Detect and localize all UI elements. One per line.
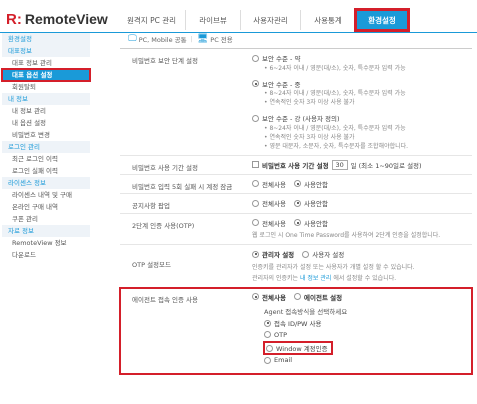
- logo-brand: RemoteView: [24, 11, 108, 27]
- row-label: 2단계 인증 사용(OTP): [132, 221, 195, 230]
- otp-mode-note-2: 관리자의 인증키는 내 정보 관리 에서 설정할 수 있습니다.: [252, 274, 397, 282]
- sidebar-item[interactable]: 다운로드: [2, 249, 90, 261]
- row-password-period: 비밀번호 사용 기간 설정 비밀번호 사용 기간 설정 30 일 (최소 1~9…: [120, 156, 472, 175]
- radio-agent-email[interactable]: Email: [264, 356, 292, 364]
- security-mid-note: • 연속적인 숫자 3자 이상 사용 불가: [264, 99, 355, 106]
- logo[interactable]: R: RemoteView: [6, 10, 108, 28]
- radio-fail-none[interactable]: 사용안함: [294, 179, 328, 189]
- radio-notice-none[interactable]: 사용안함: [294, 198, 328, 208]
- radio-agent-idpw[interactable]: 접속 ID/PW 사용: [264, 318, 322, 328]
- sidebar-item[interactable]: 대표 옵션 설정: [1, 68, 91, 82]
- row-label: OTP 설정모드: [132, 261, 171, 269]
- security-high-note: • 영문 대문자, 소문자, 숫자, 특수문자를 조합해야합니다.: [264, 142, 409, 150]
- radio-notice-all[interactable]: 전체사용: [252, 198, 286, 208]
- tab-0[interactable]: 원격지 PC 관리: [118, 10, 186, 30]
- row-otp-mode: OTP 설정모드 관리자 설정 사용자 설정 인증키를 관리자가 설정 또는 사…: [120, 245, 472, 288]
- row-label: 공지사항 팝업: [132, 202, 170, 210]
- radio-agent-all[interactable]: 전체사용: [252, 292, 286, 302]
- row-label: 비밀번호 입력 5회 실패 시 계정 잠금: [132, 182, 233, 191]
- tab-3[interactable]: 사용통계: [301, 10, 356, 30]
- radio-security-mid[interactable]: 보안 수준 - 중: [252, 79, 300, 89]
- tab-1[interactable]: 라이브뷰: [186, 10, 241, 30]
- row-label: 비밀번호 사용 기간 설정: [132, 163, 198, 172]
- sidebar-item[interactable]: 비밀번호 변경: [2, 129, 90, 141]
- sidebar-item[interactable]: 로그인 실패 이력: [2, 165, 90, 177]
- password-period-suffix: 일 (최소 1~90일로 설정): [350, 161, 422, 170]
- row-agent-auth: 에이전트 접속 인증 사용 전체사용 에이전트 설정 Agent 접속방식을 선…: [119, 286, 473, 375]
- sidebar-item[interactable]: 내 옵션 설정: [2, 117, 90, 129]
- sidebar-section-heading: 내 정보: [2, 93, 90, 105]
- radio-agent-otp[interactable]: OTP: [264, 331, 287, 339]
- otp-mode-note: 인증키를 관리자가 설정 또는 사용자가 개별 설정 할 수 있습니다.: [252, 263, 415, 271]
- security-high-note: • 연속적인 숫자 3자 이상 사용 불가: [264, 133, 355, 141]
- sidebar-item[interactable]: 라이센스 내역 및 구매: [2, 189, 90, 201]
- sidebar-section-heading: 자료 정보: [2, 225, 90, 237]
- sidebar-item[interactable]: 내 정보 관리: [2, 105, 90, 117]
- sidebar-item[interactable]: RemoteView 정보: [2, 237, 90, 249]
- radio-otp-user[interactable]: 사용자 설정: [302, 249, 344, 259]
- sidebar: 환경설정 대표정보 대표 정보 관리 대표 옵션 설정 회원탈퇴 내 정보 내 정보 관리 내…: [1, 33, 91, 261]
- sidebar-item[interactable]: 대표 정보 관리: [2, 57, 90, 69]
- settings-table: 비밀번호 보안 단계 설정 보안 수준 - 약 • 6~24자 이내 / 영문(…: [119, 48, 473, 375]
- sidebar-section-heading: 대표정보: [2, 45, 90, 57]
- row-two-factor: 2단계 인증 사용(OTP) 전체사용 사용안함 웹 로그인 시 One Tim…: [120, 214, 472, 245]
- security-low-note: • 6~24자 이내 / 영문(대/소), 숫자, 특수문자 입력 가능: [264, 64, 406, 72]
- top-navigation: 원격지 PC 관리 라이브뷰 사용자관리 사용통계 환경설정: [118, 8, 410, 32]
- password-period-days-input[interactable]: 30: [331, 159, 348, 170]
- monitor-mobile-icon: 🖵: [128, 34, 137, 44]
- otp-note: 웹 로그인 시 One Time Password를 사용하여 2단계 인증을 …: [252, 232, 441, 239]
- sidebar-section-heading: 라이센스 정보: [2, 177, 90, 189]
- row-password-fail-lock: 비밀번호 입력 5회 실패 시 계정 잠금 전체사용 사용안함: [120, 175, 472, 194]
- radio-otp-none[interactable]: 사용안함: [294, 218, 328, 228]
- logo-mark: R:: [6, 10, 22, 28]
- legend-pc: PC 전용: [210, 36, 233, 44]
- security-high-note: • 8~24자 이내 / 영문(대/소), 숫자, 특수문자 입력 가능: [264, 124, 406, 132]
- radio-fail-all[interactable]: 전체사용: [252, 179, 286, 189]
- sidebar-item[interactable]: 온라인 구매 내역: [2, 201, 90, 213]
- security-mid-note: • 8~24자 이내 / 영문(대/소), 숫자, 특수문자 입력 가능: [264, 90, 406, 97]
- radio-agent-windows[interactable]: Window 계정인증: [263, 341, 333, 355]
- tab-2[interactable]: 사용자관리: [241, 10, 301, 30]
- platform-legend: 🖵 PC, Mobile 공통 | 🖥 PC 전용: [128, 34, 233, 44]
- my-info-link[interactable]: 내 정보 관리: [300, 275, 331, 282]
- sidebar-item[interactable]: 회원탈퇴: [2, 81, 90, 93]
- radio-security-high[interactable]: 보안 수준 - 강 (사용자 정의): [252, 113, 340, 123]
- agent-sub-title: Agent 접속방식을 선택하세요: [264, 308, 348, 316]
- password-period-checkbox[interactable]: [252, 161, 259, 168]
- sidebar-section-heading: 환경설정: [2, 33, 90, 45]
- sidebar-item[interactable]: 최근 로그인 이력: [2, 153, 90, 165]
- password-period-check-label: 비밀번호 사용 기간 설정: [262, 161, 329, 170]
- sidebar-item[interactable]: 쿠폰 관리: [2, 213, 90, 225]
- radio-otp-admin[interactable]: 관리자 설정: [252, 249, 294, 259]
- row-label: 비밀번호 보안 단계 설정: [132, 57, 198, 65]
- monitor-icon: 🖥: [196, 34, 209, 44]
- radio-otp-all[interactable]: 전체사용: [252, 218, 286, 228]
- row-notice-popup: 공지사항 팝업 전체사용 사용안함: [120, 194, 472, 214]
- legend-mobile: PC, Mobile 공통: [138, 36, 187, 44]
- tab-4[interactable]: 환경설정: [354, 8, 410, 32]
- radio-security-low[interactable]: 보안 수준 - 약: [252, 53, 300, 63]
- radio-agent-custom[interactable]: 에이전트 설정: [294, 292, 342, 302]
- row-label: 에이전트 접속 인증 사용: [132, 295, 198, 304]
- sidebar-section-heading: 로그인 관리: [2, 141, 90, 153]
- row-password-level: 비밀번호 보안 단계 설정 보안 수준 - 약 • 6~24자 이내 / 영문(…: [120, 49, 472, 156]
